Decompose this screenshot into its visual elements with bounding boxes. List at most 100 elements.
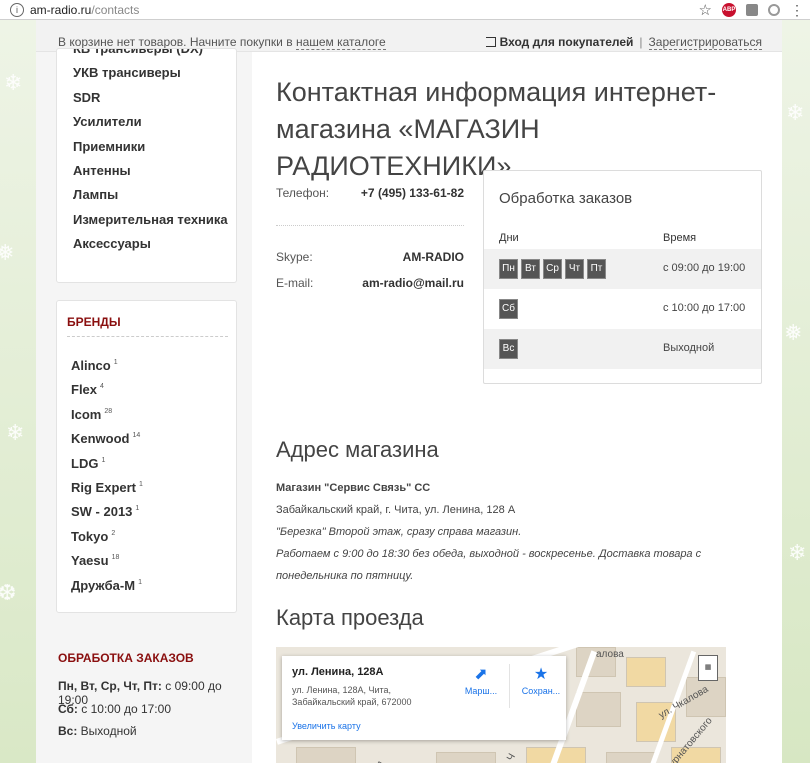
route-button[interactable]: ⬈ Марш... [452, 664, 510, 696]
brand-list: Alinco 1 Flex 4 Icom 28 Kenwood 14 LDG 1 Rig Exper… [57, 337, 236, 595]
snowflake-icon: ❅ [0, 240, 15, 265]
sidebar: КВ трансиверы (DX) УКВ трансиверы SDR Усили… [36, 48, 252, 763]
brand-count: 1 [113, 359, 118, 366]
page-title: Контактная информация интернет-магазина … [276, 77, 717, 181]
phone-value: +7 (495) 133-61-82 [360, 186, 464, 200]
category-item[interactable]: Аксессуары [73, 232, 236, 256]
brand-item[interactable]: LDG 1 [71, 449, 236, 473]
route-label: Марш... [464, 686, 498, 696]
address-note: "Березка" Второй этаж, сразу справа мага… [276, 526, 522, 538]
directions-icon: ⬈ [474, 666, 488, 683]
map-block [576, 692, 621, 727]
extension-icon[interactable] [768, 4, 780, 16]
email-row: E-mail: am-radio@mail.ru [276, 276, 464, 296]
register-link[interactable]: Зарегистрироваться [648, 35, 762, 50]
left-background: ❄ ❅ ❄ ❆ [0, 20, 36, 763]
browser-address-bar[interactable]: i am-radio.ru/contacts ☆ ABP ⋮ [0, 0, 810, 20]
brand-name: Icom [71, 406, 102, 422]
map-block [626, 657, 666, 687]
sidebar-orders-line: Вс: Выходной [58, 724, 252, 747]
sidebar-orders: ОБРАБОТКА ЗАКАЗОВ Пн, Вт, Ср, Чт, Пт: с … [58, 651, 252, 747]
hours-time: с 09:00 до 19:00 [663, 262, 746, 274]
brand-name: SW - 2013 [71, 504, 133, 520]
hours-row: Вс Выходной [484, 329, 761, 369]
sidebar-orders-lines: Пн, Вт, Ср, Чт, Пт: с 09:00 до 19:00 Сб: … [58, 679, 252, 747]
day-badges: Пн Вт Ср Чт Пт [499, 259, 606, 279]
category-item[interactable]: Антенны [73, 159, 236, 183]
category-item[interactable]: Приемники [73, 135, 236, 159]
category-item[interactable]: Измерительная техника [73, 208, 236, 232]
brand-item[interactable]: Icom 28 [71, 400, 236, 424]
star-icon: ★ [533, 666, 549, 683]
phone-label: Телефон: [276, 186, 330, 200]
day-badge: Сб [499, 299, 518, 319]
info-icon[interactable]: i [10, 2, 24, 17]
brand-name: Flex [71, 382, 98, 398]
page: В корзине нет товаров. Начните покупки в… [36, 20, 782, 763]
hours-time: Выходной [663, 342, 715, 354]
map-info-card: ул. Ленина, 128А ул. Ленина, 128А, Чита,… [282, 656, 566, 740]
brand-item[interactable]: Дружба-М 1 [71, 571, 236, 595]
brand-count: 14 [132, 432, 141, 440]
brand-item[interactable]: Yaesu 18 [71, 546, 236, 570]
days-header: Дни [499, 232, 519, 244]
hours-row: Пн Вт Ср Чт Пт с 09:00 до 19:00 [484, 249, 761, 289]
brand-count: 1 [139, 480, 143, 488]
day-badge: Пн [499, 259, 518, 279]
login-link[interactable]: Вход для покупателей [500, 35, 634, 49]
brands-box: БРЕНДЫ Alinco 1 Flex 4 Icom 28 Kenwood 14 LDG 1 Ri… [56, 300, 237, 613]
save-button[interactable]: ★ Сохран... [512, 664, 570, 696]
orders-days-label: Сб: [58, 701, 78, 716]
category-item[interactable]: SDR [73, 86, 236, 110]
skype-label: Skype: [276, 250, 313, 264]
brand-item[interactable]: Rig Expert 1 [71, 473, 236, 497]
category-item[interactable]: УКВ трансиверы [73, 61, 236, 85]
bookmark-star-icon[interactable]: ☆ [699, 1, 712, 19]
address-title: Адрес магазина [276, 437, 439, 462]
browser-toolbar-icons: ☆ ABP ⋮ [699, 0, 810, 20]
category-item[interactable]: Усилители [73, 110, 236, 134]
catalog-link[interactable]: нашем каталоге [295, 35, 386, 50]
extension-icon[interactable] [746, 4, 758, 16]
enlarge-map-link[interactable]: Увеличить карту [292, 721, 361, 731]
address-block: Магазин "Сервис Связь" СС Забайкальский … [276, 477, 746, 587]
browser-menu-icon[interactable]: ⋮ [790, 3, 804, 17]
login-icon [485, 37, 496, 47]
day-badge: Чт [565, 259, 584, 279]
google-map[interactable]: ул. ЧкаловаКурнатовскогоплощадь Революци… [276, 647, 726, 763]
brand-item[interactable]: Alinco 1 [71, 351, 236, 375]
url-path: /contacts [91, 2, 140, 17]
snowflake-icon: ❄ [6, 420, 25, 445]
brand-item[interactable]: Kenwood 14 [71, 424, 236, 448]
category-item[interactable]: Лампы [73, 183, 236, 207]
brand-item[interactable]: Tokyo 2 [71, 522, 236, 546]
hours-time: с 10:00 до 17:00 [663, 302, 746, 314]
brand-count: 28 [104, 407, 113, 415]
cart-status: В корзине нет товаров. Начните покупки в… [58, 35, 386, 50]
day-badge: Ср [543, 259, 562, 279]
brand-name: Rig Expert [71, 479, 137, 495]
brand-name: LDG [71, 455, 99, 471]
cart-text: В корзине нет товаров. Начните покупки в [58, 35, 296, 49]
category-list: КВ трансиверы (DX) УКВ трансиверы SDR Усили… [57, 49, 236, 257]
day-badge: Вс [499, 339, 518, 359]
skype-value: AM-RADIO [402, 250, 464, 264]
adblock-icon[interactable]: ABP [722, 3, 736, 17]
brand-name: Yaesu [71, 553, 109, 569]
brand-name: Tokyo [71, 528, 109, 544]
map-block [436, 752, 496, 763]
brand-item[interactable]: Flex 4 [71, 375, 236, 399]
address-line: Забайкальский край, г. Чита, ул. Ленина,… [276, 504, 516, 516]
time-header: Время [663, 232, 697, 244]
map-place-name: ул. Ленина, 128А [292, 666, 384, 678]
brand-count: 4 [100, 383, 104, 391]
url-host: am-radio.ru [30, 2, 92, 17]
map-block [606, 752, 656, 763]
brand-item[interactable]: SW - 2013 1 [71, 497, 236, 521]
category-item[interactable]: КВ трансиверы (DX) [73, 49, 236, 61]
save-label: Сохран... [521, 686, 561, 696]
email-value[interactable]: am-radio@mail.ru [362, 276, 464, 290]
day-badge: Пт [587, 259, 606, 279]
orders-days-label: Вс: [58, 724, 78, 738]
url-text[interactable]: am-radio.ru/contacts [30, 3, 139, 17]
